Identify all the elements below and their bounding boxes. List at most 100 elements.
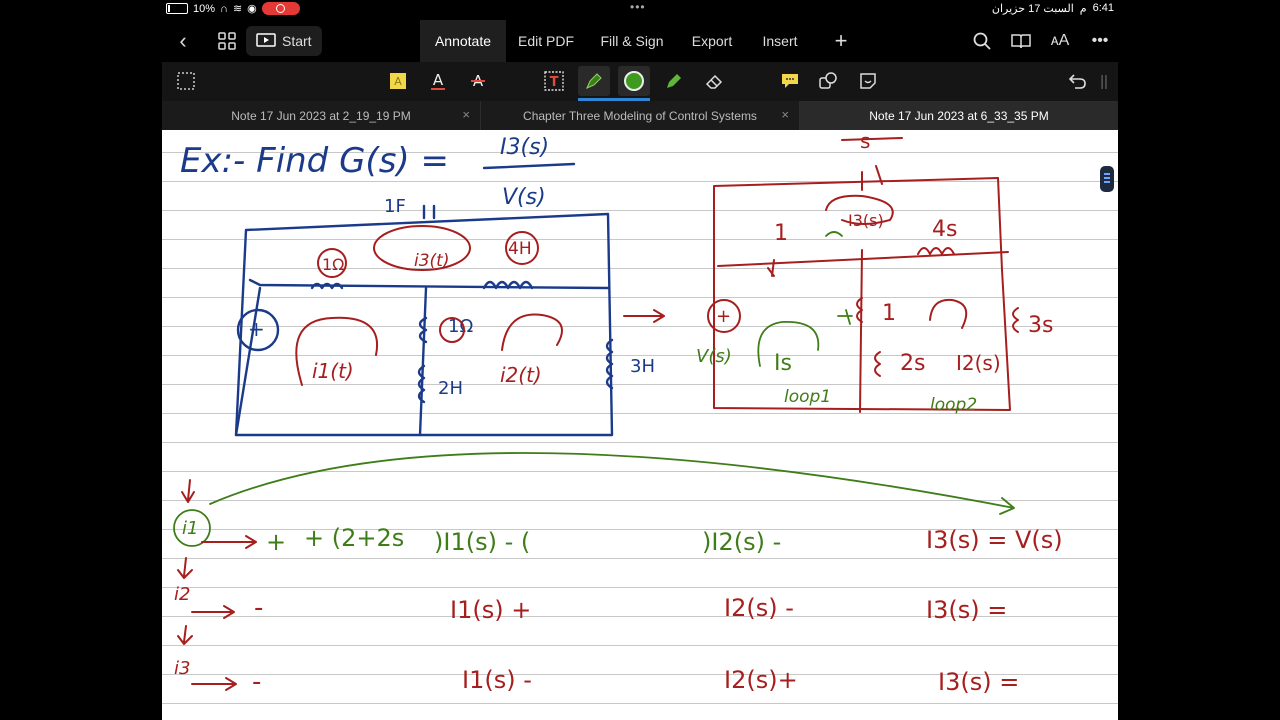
eraser-tool[interactable] bbox=[698, 66, 730, 96]
loop1-label: i1(t) bbox=[312, 359, 354, 383]
document-tab[interactable]: Note 17 Jun 2023 at 2_19_19 PM × bbox=[162, 101, 481, 130]
undo-icon bbox=[1068, 74, 1086, 89]
multitask-dots-icon[interactable]: ••• bbox=[630, 0, 646, 14]
l2-label: 2H bbox=[438, 378, 463, 399]
note-page[interactable]: Ex:- Find G(s) = I3(s) V(s) + 1F 1Ω 2H 3… bbox=[162, 130, 1118, 720]
r2-label: 1 bbox=[882, 301, 896, 326]
svg-text:A: A bbox=[433, 71, 444, 89]
middle-v-wire bbox=[859, 249, 863, 413]
battery-level: 10% bbox=[193, 2, 216, 15]
loop1-current-label: Is bbox=[774, 351, 792, 376]
strikethrough-tool[interactable]: A bbox=[462, 66, 494, 96]
back-button[interactable]: ‹ bbox=[168, 20, 198, 62]
resistor-1 bbox=[767, 259, 775, 277]
strikethrough-icon: A bbox=[471, 72, 485, 90]
tab-edit-pdf[interactable]: Edit PDF bbox=[510, 20, 582, 62]
drag-handle-icon: || bbox=[1100, 72, 1108, 90]
tab-label: Note 17 Jun 2023 at 6_33_35 PM bbox=[869, 108, 1049, 123]
down-arrow-1 bbox=[181, 479, 195, 503]
start-button[interactable]: Start bbox=[246, 26, 322, 56]
source-plus: + bbox=[716, 306, 731, 327]
present-icon bbox=[256, 33, 276, 47]
screen-record-badge[interactable] bbox=[261, 2, 300, 15]
eq2-i2: I2(s) - bbox=[724, 594, 794, 622]
text-box-tool[interactable]: T bbox=[538, 66, 570, 96]
source-plus: + bbox=[248, 317, 265, 341]
reading-mode-button[interactable] bbox=[1007, 20, 1035, 62]
marker-tool[interactable] bbox=[658, 66, 690, 96]
eq2-i3: I3(s) = bbox=[926, 596, 1007, 624]
eq2-i1: I1(s) + bbox=[450, 596, 531, 624]
l3-label: 3s bbox=[1028, 313, 1053, 338]
document-tab[interactable]: Chapter Three Modeling of Control System… bbox=[481, 101, 800, 130]
loop3-label: I3(s) bbox=[848, 211, 884, 230]
color-picker[interactable] bbox=[618, 66, 650, 96]
grid-icon bbox=[218, 32, 236, 50]
loop2-name: loop2 bbox=[930, 395, 977, 415]
loop1-name: loop1 bbox=[784, 387, 831, 407]
status-time: 6:41 bbox=[1092, 2, 1114, 14]
tab-annotate[interactable]: Annotate bbox=[420, 20, 506, 62]
left-circuit: + 1F 1Ω 2H 3H bbox=[234, 196, 655, 437]
loop2-label: i2(t) bbox=[500, 363, 542, 387]
text-box-icon: T bbox=[544, 71, 564, 91]
search-icon bbox=[973, 32, 991, 50]
tab-fill-sign[interactable]: Fill & Sign bbox=[592, 20, 672, 62]
down-arrow-3 bbox=[177, 625, 193, 645]
handwriting-canvas: Ex:- Find G(s) = I3(s) V(s) + 1F 1Ω 2H 3… bbox=[173, 130, 1063, 697]
text-size-button[interactable]: ᴀA bbox=[1046, 20, 1074, 62]
svg-text:T: T bbox=[550, 75, 559, 90]
pen-tool[interactable] bbox=[578, 66, 610, 96]
loop2-current-label: I2(s) bbox=[956, 351, 1001, 375]
eq2-tag: i2 bbox=[174, 584, 190, 605]
search-button[interactable] bbox=[968, 20, 996, 62]
more-button[interactable]: ••• bbox=[1086, 20, 1114, 62]
eq1-tag: i1 bbox=[182, 518, 198, 539]
comment-tool[interactable] bbox=[774, 66, 806, 96]
undo-button[interactable] bbox=[1062, 66, 1094, 96]
add-button[interactable]: + bbox=[826, 20, 856, 62]
pen-icon bbox=[586, 73, 602, 89]
eq1-i2: )I2(s) - bbox=[702, 528, 781, 556]
transform-arrow bbox=[623, 309, 665, 323]
l1-label: 4H bbox=[508, 239, 532, 259]
eq1-i1: )I1(s) - ( bbox=[434, 528, 530, 556]
curved-arrow bbox=[209, 452, 1015, 515]
grid-button[interactable] bbox=[212, 20, 242, 62]
middle-h-wire bbox=[717, 251, 1009, 267]
eq2-arrow bbox=[191, 605, 235, 619]
lasso-icon bbox=[177, 72, 195, 90]
fraction-denominator: V(s) bbox=[502, 185, 546, 210]
underline-tool[interactable]: A bbox=[422, 66, 454, 96]
eq3-coef: - bbox=[252, 667, 261, 697]
loop3-label: i3(t) bbox=[414, 251, 449, 271]
sticker-tool[interactable] bbox=[852, 66, 884, 96]
example-title: Ex:- Find G(s) = bbox=[180, 141, 449, 181]
top-s-label: s bbox=[860, 130, 870, 153]
status-bar: 10% ∩ ≋ ◉ ••• السبت 17 حزيران م 6:41 bbox=[162, 0, 1118, 18]
scroll-handle[interactable] bbox=[1100, 166, 1114, 192]
shapes-tool[interactable] bbox=[812, 66, 844, 96]
eq1-coef: + (2+2s bbox=[304, 524, 404, 552]
capacitor-symbol bbox=[422, 204, 436, 220]
document-tab-active[interactable]: Note 17 Jun 2023 at 6_33_35 PM bbox=[800, 101, 1118, 130]
record-icon bbox=[276, 4, 286, 13]
eq3-i3: I3(s) = bbox=[938, 668, 1019, 696]
plus-icon: + bbox=[834, 28, 848, 53]
book-icon bbox=[1011, 34, 1031, 49]
highlight-tool[interactable]: A bbox=[382, 66, 414, 96]
tab-insert[interactable]: Insert bbox=[752, 20, 808, 62]
top-capacitor bbox=[861, 165, 883, 191]
toolbar-handle[interactable]: || bbox=[1094, 66, 1114, 96]
sticker-icon bbox=[860, 73, 876, 89]
close-icon[interactable]: × bbox=[462, 107, 470, 122]
battery-icon bbox=[166, 3, 188, 14]
tab-export[interactable]: Export bbox=[682, 20, 742, 62]
status-left: 10% ∩ ≋ ◉ bbox=[166, 2, 300, 15]
marker-icon bbox=[667, 74, 681, 88]
loop2-arc bbox=[929, 298, 968, 329]
lasso-select-tool[interactable] bbox=[170, 66, 202, 96]
equation-2: i2 - I1(s) + I2(s) - I3(s) = bbox=[174, 584, 1007, 624]
close-icon[interactable]: × bbox=[781, 107, 789, 122]
headphones-icon: ∩ bbox=[220, 2, 228, 15]
